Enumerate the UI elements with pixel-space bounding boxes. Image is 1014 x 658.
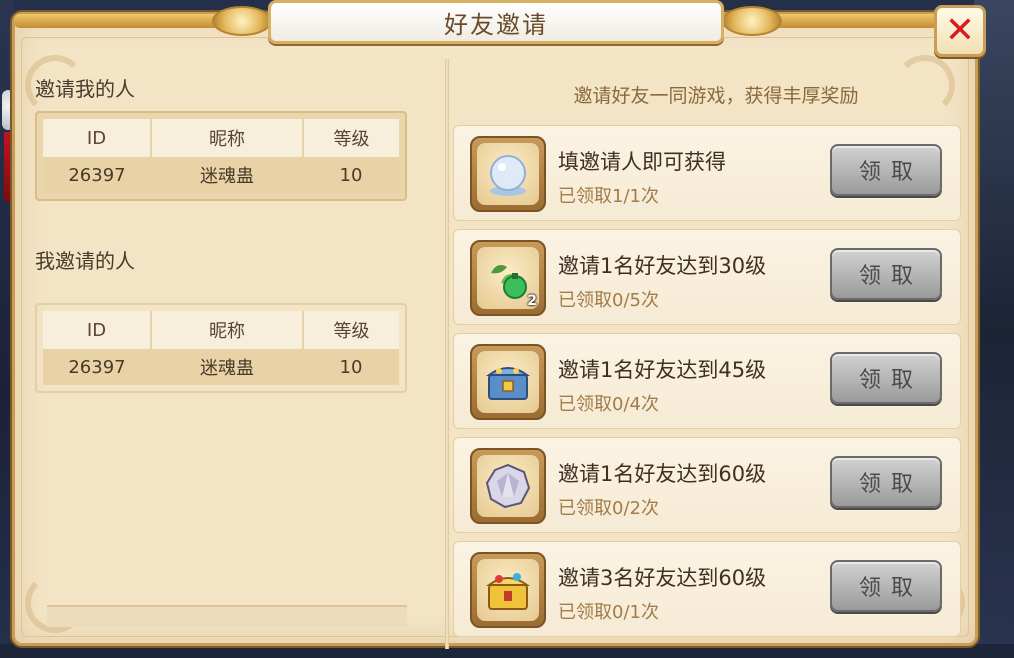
title-banner: 好友邀请 <box>268 0 724 44</box>
invited-me-heading: 邀请我的人 <box>35 77 135 101</box>
reward-title: 填邀请人即可获得 <box>558 150 726 174</box>
claim-button-label: 领取 <box>858 264 923 289</box>
reward-status: 已领取0/1次 <box>558 602 659 623</box>
reward-title: 邀请1名好友达到60级 <box>558 462 767 486</box>
column-header-nickname: 昵称 <box>151 311 304 349</box>
invited-me-table: ID 昵称 等级 26397 迷魂蛊 10 <box>35 111 407 201</box>
snowball-icon <box>470 136 546 212</box>
i-invited-table: ID 昵称 等级 26397 迷魂蛊 10 <box>35 303 407 393</box>
claim-button[interactable]: 领取 <box>830 456 942 508</box>
reward-item: 填邀请人即可获得 已领取1/1次 领取 <box>453 125 961 221</box>
title-scroll-left-ornament <box>212 6 272 36</box>
column-header-level: 等级 <box>303 311 399 349</box>
cell-level: 10 <box>303 349 399 385</box>
friend-invite-window: 邀请我的人 ID 昵称 等级 26397 迷魂蛊 10 我邀请的人 ID 昵称 … <box>12 12 978 649</box>
reward-title: 邀请1名好友达到45级 <box>558 358 767 382</box>
column-header-level: 等级 <box>303 119 399 157</box>
treasure-chest-icon <box>470 344 546 420</box>
reward-status: 已领取0/2次 <box>558 498 659 519</box>
reward-item: 2 邀请1名好友达到30级 已领取0/5次 领取 <box>453 229 961 325</box>
claim-button-label: 领取 <box>858 368 923 393</box>
title-bar-right <box>752 14 952 28</box>
right-panel[interactable]: 邀请好友一同游戏，获得丰厚奖励 填邀请人即可获得 已领取1/1次 领取 2 邀请… <box>449 59 983 649</box>
reward-status: 已领取0/5次 <box>558 290 659 311</box>
i-invited-heading: 我邀请的人 <box>35 249 135 273</box>
reward-status: 已领取1/1次 <box>558 186 659 207</box>
close-icon: ✕ <box>944 10 976 51</box>
reward-item: 邀请1名好友达到60级 已领取0/2次 领取 <box>453 437 961 533</box>
reward-title: 邀请1名好友达到30级 <box>558 254 767 278</box>
cell-nickname: 迷魂蛊 <box>151 349 303 385</box>
gold-chest-icon <box>470 552 546 628</box>
reward-status: 已领取0/4次 <box>558 394 659 415</box>
table-row[interactable]: 26397 迷魂蛊 10 <box>43 349 399 385</box>
title-bar-left <box>14 14 244 28</box>
claim-button-label: 领取 <box>858 472 923 497</box>
cell-nickname: 迷魂蛊 <box>151 157 303 193</box>
title-scroll-right-ornament <box>722 6 782 36</box>
claim-button-label: 领取 <box>858 576 923 601</box>
left-panel: 邀请我的人 ID 昵称 等级 26397 迷魂蛊 10 我邀请的人 ID 昵称 … <box>33 59 433 649</box>
column-header-id: ID <box>43 119 152 157</box>
cell-id: 26397 <box>43 349 151 385</box>
reward-subtitle: 邀请好友一同游戏，获得丰厚奖励 <box>573 85 859 107</box>
reward-title: 邀请3名好友达到60级 <box>558 566 767 590</box>
herb-pouch-icon: 2 <box>470 240 546 316</box>
window-title: 好友邀请 <box>444 10 548 39</box>
crystal-gem-icon <box>470 448 546 524</box>
cell-id: 26397 <box>43 157 151 193</box>
close-button[interactable]: ✕ <box>934 5 986 57</box>
column-header-id: ID <box>43 311 152 349</box>
tassel-tail <box>4 132 12 202</box>
claim-button-label: 领取 <box>858 160 923 185</box>
item-count-badge: 2 <box>527 293 537 309</box>
column-header-nickname: 昵称 <box>151 119 304 157</box>
claim-button[interactable]: 领取 <box>830 248 942 300</box>
reward-item: 邀请1名好友达到45级 已领取0/4次 领取 <box>453 333 961 429</box>
cell-level: 10 <box>303 157 399 193</box>
list-scroll-strip <box>47 605 407 627</box>
claim-button[interactable]: 领取 <box>830 560 942 612</box>
table-row[interactable]: 26397 迷魂蛊 10 <box>43 157 399 193</box>
claim-button[interactable]: 领取 <box>830 144 942 196</box>
claim-button[interactable]: 领取 <box>830 352 942 404</box>
reward-item: 邀请3名好友达到60级 已领取0/1次 领取 <box>453 541 961 637</box>
